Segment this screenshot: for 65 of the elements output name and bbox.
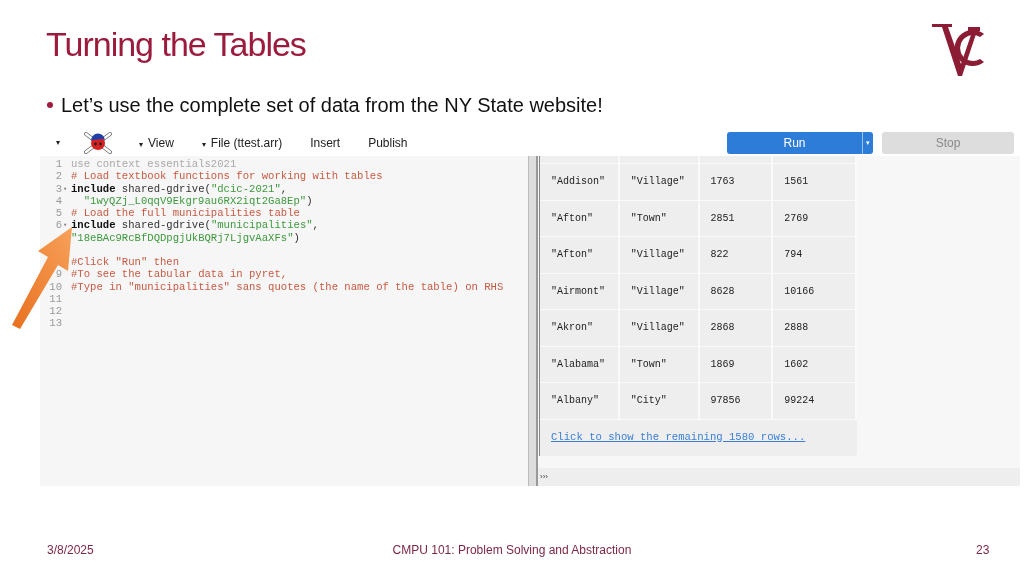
menu-caret[interactable]: ▾: [48, 137, 68, 149]
table-cell: 2851: [699, 200, 774, 237]
menu-button[interactable]: ▾ View: [131, 134, 182, 152]
table-cell: "Town": [619, 200, 700, 237]
page-number: 23: [976, 542, 990, 559]
slide-title: Turning the Tables: [46, 24, 306, 65]
table-cell: 1602: [773, 346, 857, 383]
table-cell: "Village": [619, 237, 700, 274]
caret-icon: ▾: [201, 140, 206, 149]
code-line: use context essentials2021: [71, 158, 237, 171]
line-number: 10: [49, 280, 62, 293]
line-number: 11: [49, 292, 62, 305]
bullet-dot: [47, 102, 53, 108]
table-cell: 1561: [773, 164, 857, 201]
caret-icon: ▾: [139, 140, 143, 149]
code-line: #To see the tabular data in pyret,: [71, 268, 288, 281]
table-cell: "Addison": [540, 164, 620, 201]
code-line: #Type in "municipalities" sans quotes (the name of the table) on RHS: [71, 280, 504, 293]
prompt-text: ›››: [540, 470, 548, 483]
code-line: # Load the full municipalities table: [71, 207, 300, 220]
line-number: 5: [55, 207, 62, 220]
line-number: 2: [55, 170, 62, 183]
run-button[interactable]: Run: [727, 132, 862, 154]
footer-course: CMPU 101: Problem Solving and Abstraction: [392, 543, 632, 557]
table-cell: 1869: [699, 346, 774, 383]
table-cell: "Village": [619, 164, 700, 201]
table-cell: "Village": [619, 273, 700, 310]
table-cell: 10166: [773, 273, 857, 310]
code-line: include shared-gdrive("municipalities",: [71, 219, 319, 232]
line-number: 9: [55, 268, 62, 281]
table-cell: "Albany": [540, 383, 620, 420]
table-cell: 794: [773, 237, 857, 274]
table-cell: "City": [619, 383, 700, 420]
pane-splitter[interactable]: [528, 156, 538, 486]
table-cell: "Afton": [540, 200, 620, 237]
table-cell: "Village": [619, 310, 700, 347]
code-line: # Load textbook functions for working with tables: [71, 170, 383, 183]
table-cell: 2888: [773, 310, 857, 347]
table-cell: 1763: [699, 164, 774, 201]
menu-button[interactable]: Publish: [360, 134, 416, 152]
code-line: include shared-gdrive("dcic-2021",: [71, 182, 288, 195]
code-line: #Click "Run" then: [71, 256, 180, 269]
menu-button[interactable]: ▾ File (ttest.arr): [193, 134, 291, 152]
table-cell: "Akron": [540, 310, 620, 347]
line-number: 12: [49, 305, 62, 318]
table-cell: "Town": [619, 346, 700, 383]
table-cell: 8628: [699, 273, 774, 310]
menu-button[interactable]: Insert: [302, 134, 349, 152]
bullet-text: Let’s use the complete set of data from the NY State website!: [61, 93, 603, 118]
table-cell: 2868: [699, 310, 774, 347]
code-line: "1wyQZj_L0qqV9Ekgr9au6RX2iqt2Ga8Ep"): [82, 194, 313, 207]
line-number: 1: [55, 158, 62, 171]
table-cell: 97856: [699, 383, 774, 420]
code-line: "18eBAc9RcBfDQDpgjUkBQRj7LjgvAaXFs"): [71, 231, 300, 244]
line-number: 13: [49, 317, 62, 330]
line-number: 4: [55, 194, 62, 207]
table-cell: 822: [699, 237, 774, 274]
table-cell: "Afton": [540, 237, 620, 274]
footer-date: 3/8/2025: [47, 542, 94, 559]
table-cell: 2769: [773, 200, 857, 237]
table-cell: "Airmont": [540, 273, 620, 310]
table-cell: 99224: [773, 383, 857, 420]
table-cell: "Alabama": [540, 346, 620, 383]
line-number: 6: [55, 219, 62, 232]
line-number: 3: [55, 182, 62, 195]
